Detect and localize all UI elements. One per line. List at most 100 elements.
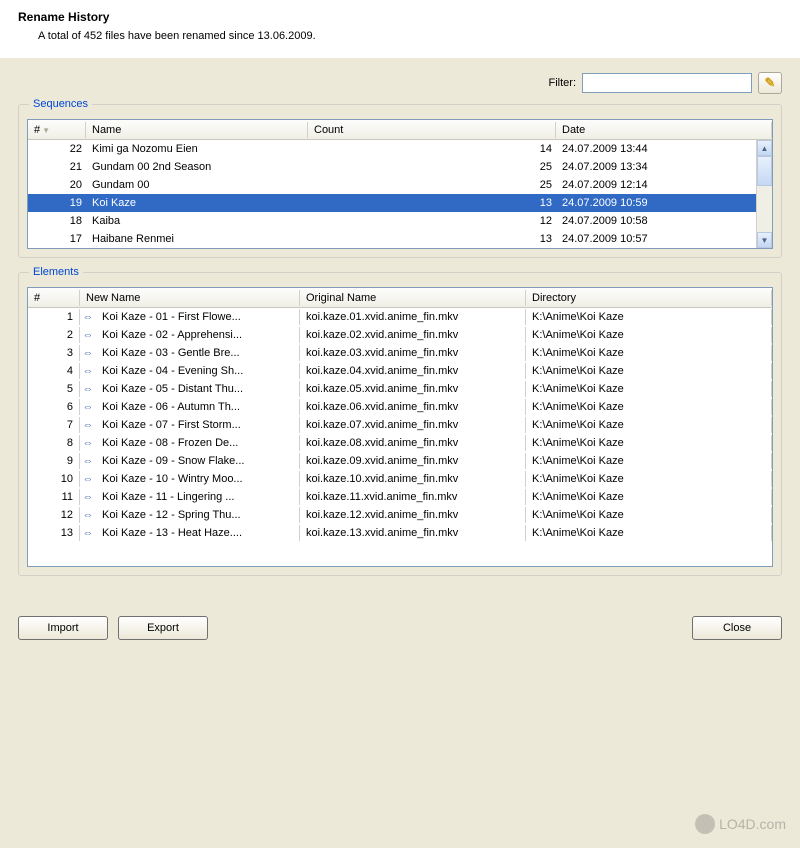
cell-num: 8	[28, 435, 80, 451]
table-row[interactable]: 19Koi Kaze1324.07.2009 10:59	[28, 194, 772, 212]
cell-num: 17	[28, 231, 86, 247]
table-row[interactable]: 1⇔Koi Kaze - 01 - First Flowe...koi.kaze…	[28, 308, 772, 326]
table-row[interactable]: 9⇔Koi Kaze - 09 - Snow Flake...koi.kaze.…	[28, 452, 772, 470]
cell-count: 13	[308, 231, 556, 247]
filter-row: Filter: ✎	[18, 72, 782, 94]
col-el-orig[interactable]: Original Name	[300, 290, 526, 306]
cell-num: 7	[28, 417, 80, 433]
table-row[interactable]: 10⇔Koi Kaze - 10 - Wintry Moo...koi.kaze…	[28, 470, 772, 488]
table-row[interactable]: 5⇔Koi Kaze - 05 - Distant Thu...koi.kaze…	[28, 380, 772, 398]
cell-num: 12	[28, 507, 80, 523]
cell-directory: K:\Anime\Koi Kaze	[526, 525, 772, 541]
table-row[interactable]: 8⇔Koi Kaze - 08 - Frozen De...koi.kaze.0…	[28, 434, 772, 452]
cell-date: 24.07.2009 10:58	[556, 213, 772, 229]
col-num[interactable]: #▼	[28, 122, 86, 138]
sequences-scrollbar[interactable]: ▲ ▼	[756, 140, 772, 248]
link-icon: ⇔	[80, 455, 96, 467]
table-row[interactable]: 13⇔Koi Kaze - 13 - Heat Haze....koi.kaze…	[28, 524, 772, 542]
col-el-num[interactable]: #	[28, 290, 80, 306]
col-date[interactable]: Date	[556, 122, 772, 138]
cell-name: Haibane Renmei	[86, 231, 308, 247]
link-icon: ⇔	[80, 419, 96, 431]
cell-date: 24.07.2009 13:44	[556, 141, 772, 157]
col-el-new[interactable]: New Name	[80, 290, 300, 306]
cell-new-name: Koi Kaze - 13 - Heat Haze....	[96, 525, 300, 541]
cell-num: 2	[28, 327, 80, 343]
cell-new-name: Koi Kaze - 05 - Distant Thu...	[96, 381, 300, 397]
table-row[interactable]: 12⇔Koi Kaze - 12 - Spring Thu...koi.kaze…	[28, 506, 772, 524]
table-row[interactable]: 4⇔Koi Kaze - 04 - Evening Sh...koi.kaze.…	[28, 362, 772, 380]
cell-directory: K:\Anime\Koi Kaze	[526, 507, 772, 523]
cell-new-name: Koi Kaze - 10 - Wintry Moo...	[96, 471, 300, 487]
cell-num: 6	[28, 399, 80, 415]
link-icon: ⇔	[80, 491, 96, 503]
cell-original-name: koi.kaze.12.xvid.anime_fin.mkv	[300, 507, 526, 523]
dialog-content: Filter: ✎ Sequences #▼ Name Count Date 2…	[0, 58, 800, 604]
cell-num: 1	[28, 309, 80, 325]
link-icon: ⇔	[80, 527, 96, 539]
cell-count: 14	[308, 141, 556, 157]
link-icon: ⇔	[80, 329, 96, 341]
col-el-dir[interactable]: Directory	[526, 290, 772, 306]
cell-original-name: koi.kaze.11.xvid.anime_fin.mkv	[300, 489, 526, 505]
cell-num: 9	[28, 453, 80, 469]
cell-directory: K:\Anime\Koi Kaze	[526, 309, 772, 325]
table-row[interactable]: 17Haibane Renmei1324.07.2009 10:57	[28, 230, 772, 248]
table-row[interactable]: 22Kimi ga Nozomu Eien1424.07.2009 13:44	[28, 140, 772, 158]
page-subtitle: A total of 452 files have been renamed s…	[18, 30, 782, 42]
cell-original-name: koi.kaze.09.xvid.anime_fin.mkv	[300, 453, 526, 469]
cell-num: 22	[28, 141, 86, 157]
filter-label: Filter:	[549, 77, 577, 89]
table-row[interactable]: 20Gundam 002524.07.2009 12:14	[28, 176, 772, 194]
filter-input[interactable]	[582, 73, 752, 93]
button-bar: Import Export Close	[0, 604, 800, 652]
cell-date: 24.07.2009 10:57	[556, 231, 772, 247]
elements-group: Elements # New Name Original Name Direct…	[18, 272, 782, 576]
sequences-table: #▼ Name Count Date 22Kimi ga Nozomu Eien…	[27, 119, 773, 249]
col-name[interactable]: Name	[86, 122, 308, 138]
cell-directory: K:\Anime\Koi Kaze	[526, 435, 772, 451]
cell-name: Koi Kaze	[86, 195, 308, 211]
cell-num: 3	[28, 345, 80, 361]
cell-new-name: Koi Kaze - 12 - Spring Thu...	[96, 507, 300, 523]
table-row[interactable]: 18Kaiba1224.07.2009 10:58	[28, 212, 772, 230]
link-icon: ⇔	[80, 401, 96, 413]
cell-new-name: Koi Kaze - 02 - Apprehensi...	[96, 327, 300, 343]
cell-new-name: Koi Kaze - 04 - Evening Sh...	[96, 363, 300, 379]
cell-num: 13	[28, 525, 80, 541]
scroll-thumb[interactable]	[757, 156, 772, 186]
table-row[interactable]: 21Gundam 00 2nd Season2524.07.2009 13:34	[28, 158, 772, 176]
cell-directory: K:\Anime\Koi Kaze	[526, 489, 772, 505]
link-icon: ⇔	[80, 509, 96, 521]
link-icon: ⇔	[80, 383, 96, 395]
cell-original-name: koi.kaze.05.xvid.anime_fin.mkv	[300, 381, 526, 397]
cell-original-name: koi.kaze.08.xvid.anime_fin.mkv	[300, 435, 526, 451]
cell-num: 10	[28, 471, 80, 487]
sequences-group: Sequences #▼ Name Count Date 22Kimi ga N…	[18, 104, 782, 258]
elements-header: # New Name Original Name Directory	[28, 288, 772, 308]
sort-desc-icon: ▼	[42, 126, 50, 135]
table-row[interactable]: 7⇔Koi Kaze - 07 - First Storm...koi.kaze…	[28, 416, 772, 434]
cell-directory: K:\Anime\Koi Kaze	[526, 381, 772, 397]
cell-name: Gundam 00 2nd Season	[86, 159, 308, 175]
cell-count: 13	[308, 195, 556, 211]
cell-count: 25	[308, 159, 556, 175]
link-icon: ⇔	[80, 365, 96, 377]
watermark: LO4D.com	[695, 814, 786, 834]
table-row[interactable]: 6⇔Koi Kaze - 06 - Autumn Th...koi.kaze.0…	[28, 398, 772, 416]
scroll-up-icon[interactable]: ▲	[757, 140, 772, 156]
scroll-down-icon[interactable]: ▼	[757, 232, 772, 248]
table-row[interactable]: 2⇔Koi Kaze - 02 - Apprehensi...koi.kaze.…	[28, 326, 772, 344]
close-button[interactable]: Close	[692, 616, 782, 640]
cell-name: Kimi ga Nozomu Eien	[86, 141, 308, 157]
import-button[interactable]: Import	[18, 616, 108, 640]
export-button[interactable]: Export	[118, 616, 208, 640]
table-row[interactable]: 3⇔Koi Kaze - 03 - Gentle Bre...koi.kaze.…	[28, 344, 772, 362]
cell-directory: K:\Anime\Koi Kaze	[526, 363, 772, 379]
col-count[interactable]: Count	[308, 122, 556, 138]
cell-directory: K:\Anime\Koi Kaze	[526, 345, 772, 361]
cell-original-name: koi.kaze.06.xvid.anime_fin.mkv	[300, 399, 526, 415]
clear-filter-button[interactable]: ✎	[758, 72, 782, 94]
table-row[interactable]: 11⇔Koi Kaze - 11 - Lingering ...koi.kaze…	[28, 488, 772, 506]
dialog-header: Rename History A total of 452 files have…	[0, 0, 800, 58]
